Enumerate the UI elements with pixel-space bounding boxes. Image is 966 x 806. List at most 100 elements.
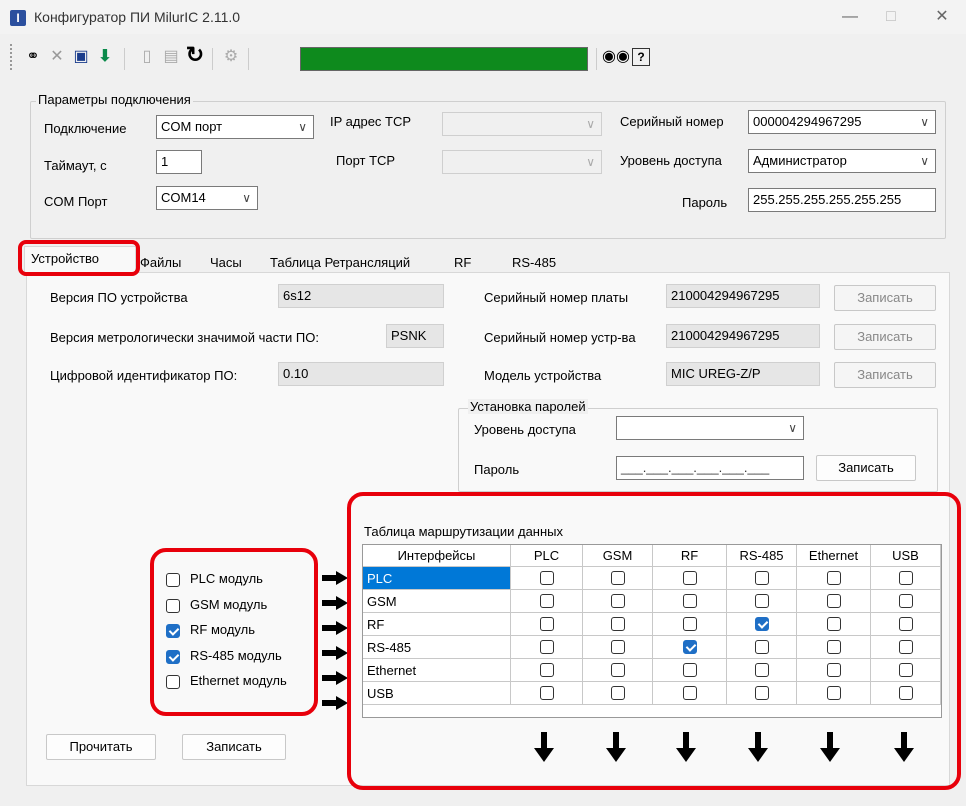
device-serial-write-button: Записать (834, 324, 936, 350)
module-checkbox[interactable] (166, 675, 180, 689)
model-field: MIC UREG-Z/P (666, 362, 820, 386)
routing-checkbox[interactable] (683, 663, 697, 677)
routing-row-name[interactable]: RS-485 (363, 636, 511, 659)
routing-cell (797, 590, 871, 613)
routing-cell (653, 636, 727, 659)
toolbar-separator (124, 48, 125, 70)
routing-checkbox[interactable] (540, 617, 554, 631)
routing-checkbox[interactable] (540, 594, 554, 608)
routing-checkbox[interactable] (827, 594, 841, 608)
routing-checkbox[interactable] (899, 594, 913, 608)
settings-icon: ⚙ (223, 48, 239, 65)
routing-checkbox[interactable] (611, 686, 625, 700)
routing-checkbox[interactable] (540, 640, 554, 654)
binoculars-icon[interactable]: ◉◉ (602, 46, 630, 68)
minimize-button[interactable]: — (835, 6, 865, 28)
routing-checkbox[interactable] (683, 594, 697, 608)
routing-row-name[interactable]: PLC (363, 567, 511, 590)
routing-checkbox[interactable] (683, 617, 697, 631)
password-input[interactable]: 255.255.255.255.255.255 (748, 188, 936, 212)
routing-row-name[interactable]: USB (363, 682, 511, 705)
toolbar-separator (248, 48, 249, 70)
routing-cell (727, 636, 797, 659)
passwords-write-button[interactable]: Записать (816, 455, 916, 481)
device-serial-field: 210004294967295 (666, 324, 820, 348)
serial-select[interactable]: 000004294967295 (748, 110, 936, 134)
read-button[interactable]: Прочитать (46, 734, 156, 760)
routing-row-name[interactable]: GSM (363, 590, 511, 613)
routing-row-name[interactable]: Ethernet (363, 659, 511, 682)
routing-cell (871, 613, 941, 636)
module-checkbox[interactable] (166, 573, 180, 587)
download-icon[interactable]: ⬇ (94, 46, 116, 68)
routing-header-cell: Интерфейсы (363, 545, 511, 567)
connection-label: Подключение (44, 121, 127, 136)
routing-checkbox[interactable] (611, 663, 625, 677)
routing-header-cell: PLC (511, 545, 583, 567)
help-icon[interactable]: ? (632, 48, 650, 66)
arrow-down-icon (676, 732, 696, 762)
routing-checkbox[interactable] (899, 663, 913, 677)
routing-checkbox[interactable] (827, 617, 841, 631)
link-icon[interactable]: ⚭ (22, 46, 44, 68)
module-checkbox[interactable] (166, 649, 180, 664)
arrow-right-icon (322, 696, 348, 710)
fw-version-label: Версия ПО устройства (50, 290, 188, 305)
routing-checkbox[interactable] (755, 663, 769, 677)
arrow-right-icon (322, 646, 348, 660)
refresh-icon[interactable]: ↻ (184, 44, 206, 66)
routing-cell (797, 567, 871, 590)
routing-checkbox[interactable] (899, 571, 913, 585)
connection-group-title: Параметры подключения (36, 92, 193, 107)
routing-cell (871, 682, 941, 705)
routing-checkbox[interactable] (755, 640, 769, 654)
routing-checkbox[interactable] (683, 571, 697, 585)
routing-checkbox[interactable] (611, 617, 625, 631)
routing-checkbox[interactable] (611, 640, 625, 654)
routing-checkbox[interactable] (827, 640, 841, 654)
module-checkbox[interactable] (166, 598, 180, 613)
routing-checkbox[interactable] (683, 640, 697, 654)
routing-cell (871, 636, 941, 659)
routing-checkbox[interactable] (827, 571, 841, 585)
module-checkbox[interactable] (166, 624, 180, 638)
routing-checkbox[interactable] (899, 640, 913, 654)
routing-cell (511, 613, 583, 636)
access-select[interactable]: Администратор (748, 149, 936, 173)
com-port-select[interactable]: COM14 (156, 186, 258, 210)
routing-checkbox[interactable] (755, 571, 769, 585)
save-icon[interactable]: ▣ (70, 46, 92, 68)
routing-cell (797, 636, 871, 659)
routing-checkbox[interactable] (755, 686, 769, 700)
routing-row-name[interactable]: RF (363, 613, 511, 636)
passwords-access-select[interactable] (616, 416, 804, 440)
routing-checkbox[interactable] (899, 617, 913, 631)
progress-bar (300, 47, 588, 71)
routing-checkbox[interactable] (540, 571, 554, 585)
routing-cell (871, 590, 941, 613)
routing-checkbox[interactable] (827, 663, 841, 677)
routing-checkbox[interactable] (755, 594, 769, 608)
routing-checkbox[interactable] (683, 686, 697, 700)
routing-cell (583, 613, 653, 636)
timeout-input[interactable]: 1 (156, 150, 202, 174)
routing-checkbox[interactable] (755, 617, 769, 631)
ip-label: IP адрес TCP (330, 114, 412, 129)
arrow-right-icon (322, 596, 348, 610)
passwords-password-input[interactable]: ___.___.___.___.___.___ (616, 456, 804, 480)
routing-cell (727, 659, 797, 682)
write-button[interactable]: Записать (182, 734, 286, 760)
routing-cell (511, 590, 583, 613)
routing-checkbox[interactable] (540, 686, 554, 700)
routing-checkbox[interactable] (827, 686, 841, 700)
main-window: I Конфигуратор ПИ MilurIC 2.11.0 — □ ✕ ⚭… (0, 0, 966, 806)
model-label: Модель устройства (484, 368, 602, 383)
routing-checkbox[interactable] (611, 594, 625, 608)
routing-cell (511, 682, 583, 705)
routing-checkbox[interactable] (899, 686, 913, 700)
routing-cell (511, 636, 583, 659)
close-window-button[interactable]: ✕ (927, 6, 957, 28)
connection-select[interactable]: COM порт (156, 115, 314, 139)
routing-checkbox[interactable] (611, 571, 625, 585)
routing-checkbox[interactable] (540, 663, 554, 677)
